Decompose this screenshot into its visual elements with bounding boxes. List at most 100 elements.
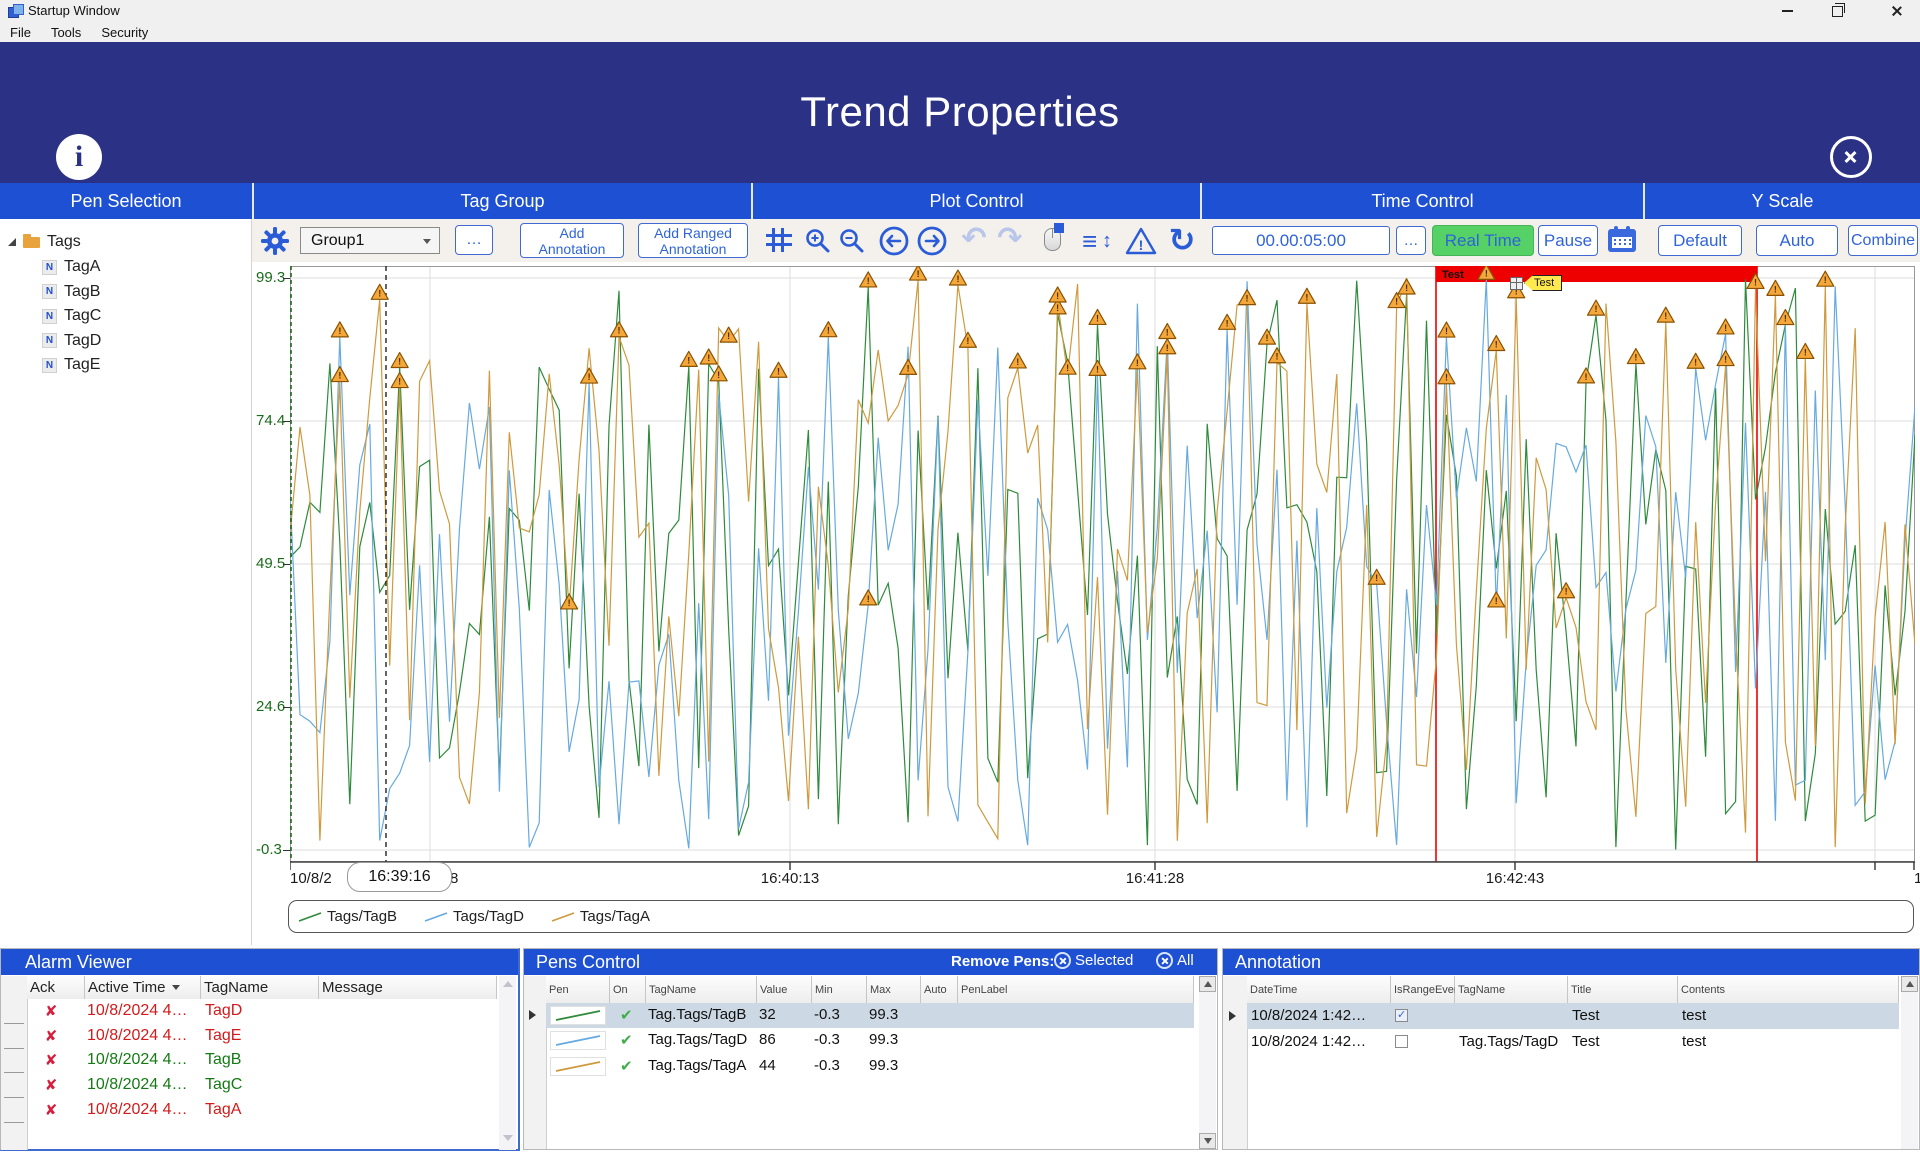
legend-item[interactable]: Tags/TagB	[297, 908, 397, 925]
sort-list-button[interactable]: ≡↕	[1082, 227, 1116, 255]
auto-scale-button[interactable]: Auto	[1756, 225, 1838, 256]
pens-scrollbar[interactable]	[1199, 976, 1216, 1149]
alarm-scrollbar[interactable]	[499, 976, 516, 1150]
pen-on-check-icon[interactable]: ✔	[620, 1006, 633, 1024]
warning-marker-icon[interactable]: !	[1268, 348, 1285, 363]
column-header-message[interactable]: Message	[319, 976, 497, 999]
column-header-title[interactable]: Title	[1568, 976, 1678, 1003]
pen-row[interactable]: ✔Tag.Tags/TagB32-0.399.3	[546, 1003, 1194, 1028]
warning-marker-icon[interactable]: !	[1797, 343, 1814, 358]
warning-marker-icon[interactable]: !	[1657, 307, 1674, 322]
warning-marker-icon[interactable]: !	[1438, 369, 1455, 384]
warning-marker-icon[interactable]: !	[1627, 349, 1644, 364]
warning-marker-icon[interactable]: !	[1488, 336, 1505, 351]
tree-item-tagb[interactable]: NTagB	[42, 281, 242, 303]
remove-all-button[interactable]: All	[1156, 952, 1194, 969]
undo-button[interactable]: ↶	[958, 221, 990, 257]
warning-marker-icon[interactable]: !	[900, 359, 917, 374]
warning-marker-icon[interactable]: !	[1717, 351, 1734, 366]
annotation-scrollbar[interactable]	[1901, 976, 1918, 1149]
calendar-icon[interactable]	[1608, 226, 1636, 252]
warning-marker-icon[interactable]: !	[1159, 339, 1176, 354]
warning-marker-icon[interactable]: !	[1438, 322, 1455, 337]
mouse-mode-button[interactable]	[1044, 228, 1061, 251]
tag-group-more-button[interactable]: …	[455, 225, 493, 255]
warning-marker-icon[interactable]: !	[1388, 293, 1405, 308]
column-header-ack[interactable]: Ack	[27, 976, 85, 999]
real-time-button[interactable]: Real Time	[1432, 225, 1534, 256]
warning-marker-icon[interactable]: !	[710, 366, 727, 381]
warning-marker-icon[interactable]: !	[1558, 583, 1575, 598]
time-span-field[interactable]: 00.00:05:00	[1212, 226, 1390, 255]
close-window-button[interactable]	[1880, 0, 1914, 22]
is-range-event-checkbox[interactable]	[1395, 1009, 1408, 1022]
pause-button[interactable]: Pause	[1538, 225, 1598, 256]
alarm-markers-button[interactable]: !	[1124, 225, 1158, 257]
column-header-contents[interactable]: Contents	[1678, 976, 1899, 1003]
column-header-penlabel[interactable]: PenLabel	[958, 976, 1194, 1003]
warning-marker-icon[interactable]: !	[1398, 279, 1415, 294]
warning-marker-icon[interactable]: !	[910, 266, 927, 280]
add-annotation-button[interactable]: Add Annotation	[520, 223, 624, 258]
warning-marker-icon[interactable]: !	[860, 272, 877, 287]
is-range-event-checkbox[interactable]	[1395, 1035, 1408, 1048]
warning-marker-icon[interactable]: !	[610, 322, 627, 337]
remove-selected-button[interactable]: Selected	[1054, 952, 1133, 969]
tree-item-tage[interactable]: NTagE	[42, 354, 242, 376]
time-more-button[interactable]: …	[1396, 226, 1426, 255]
scroll-up-icon[interactable]	[503, 981, 513, 987]
ack-cross-icon[interactable]: ✘	[41, 1076, 61, 1094]
column-header-on[interactable]: On	[610, 976, 646, 1003]
warning-marker-icon[interactable]: !	[561, 594, 578, 609]
column-header-tagname[interactable]: TagName	[201, 976, 319, 999]
annotation-row[interactable]: 10/8/2024 1:42…Tag.Tags/TagDTesttest	[1247, 1029, 1899, 1055]
warning-marker-icon[interactable]: !	[860, 590, 877, 605]
pan-left-button[interactable]	[878, 225, 910, 257]
warning-marker-icon[interactable]: !	[331, 322, 348, 337]
alarm-row[interactable]: ✘10/8/2024 4…TagE	[27, 1025, 499, 1049]
alarm-row[interactable]: ✘10/8/2024 4…TagD	[27, 1000, 499, 1024]
warning-marker-icon[interactable]: !	[680, 351, 697, 366]
menu-item-security[interactable]: Security	[101, 25, 148, 40]
scroll-down-icon[interactable]	[503, 1135, 513, 1141]
warning-marker-icon[interactable]: !	[1488, 592, 1505, 607]
warning-marker-icon[interactable]: !	[1717, 319, 1734, 334]
warning-marker-icon[interactable]: !	[820, 322, 837, 337]
trend-chart[interactable]: 99.374.449.524.6-0.3Test!!!!!!!!!!!!!!!!…	[252, 262, 1920, 945]
warning-marker-icon[interactable]: !	[391, 353, 408, 368]
flag-annotation[interactable]: Test	[1510, 275, 1562, 291]
ack-cross-icon[interactable]: ✘	[41, 1101, 61, 1119]
annotation-row[interactable]: 10/8/2024 1:42…Testtest	[1247, 1003, 1899, 1029]
warning-marker-icon[interactable]: !	[1159, 324, 1176, 339]
warning-marker-icon[interactable]: !	[1817, 271, 1834, 286]
warning-marker-icon[interactable]: !	[391, 373, 408, 388]
warning-marker-icon[interactable]: !	[1767, 280, 1784, 295]
tree-root-tags[interactable]: Tags	[8, 231, 248, 253]
column-header-min[interactable]: Min	[812, 976, 867, 1003]
warning-marker-icon[interactable]: !	[959, 332, 976, 347]
column-header-tagname[interactable]: TagName	[1455, 976, 1568, 1003]
refresh-button[interactable]: ↻	[1164, 221, 1200, 259]
column-header-max[interactable]: Max	[867, 976, 921, 1003]
warning-marker-icon[interactable]: !	[1578, 368, 1595, 383]
tag-group-select[interactable]: Group1	[300, 227, 440, 254]
pen-row[interactable]: ✔Tag.Tags/TagD86-0.399.3	[546, 1028, 1194, 1053]
menu-item-tools[interactable]: Tools	[51, 25, 81, 40]
grid-icon[interactable]	[766, 228, 792, 252]
column-header-value[interactable]: Value	[757, 976, 812, 1003]
warning-marker-icon[interactable]: !	[1059, 359, 1076, 374]
column-header-israngeevent[interactable]: IsRangeEvent	[1391, 976, 1455, 1003]
pen-on-check-icon[interactable]: ✔	[620, 1057, 633, 1075]
warning-marker-icon[interactable]: !	[1258, 329, 1275, 344]
warning-marker-icon[interactable]: !	[1129, 354, 1146, 369]
pen-on-check-icon[interactable]: ✔	[620, 1031, 633, 1049]
column-header-datetime[interactable]: DateTime	[1247, 976, 1391, 1003]
column-header-auto[interactable]: Auto	[921, 976, 958, 1003]
plot-area[interactable]: Test!!!!!!!!!!!!!!!!!!!!!!!!!!!!!!!!!!!!…	[290, 266, 1915, 876]
column-header-pen[interactable]: Pen	[546, 976, 610, 1003]
menu-item-file[interactable]: File	[10, 25, 31, 40]
ack-cross-icon[interactable]: ✘	[41, 1027, 61, 1045]
warning-marker-icon[interactable]: !	[1687, 353, 1704, 368]
warning-marker-icon[interactable]: !	[1239, 290, 1256, 305]
expander-icon[interactable]	[8, 238, 16, 246]
